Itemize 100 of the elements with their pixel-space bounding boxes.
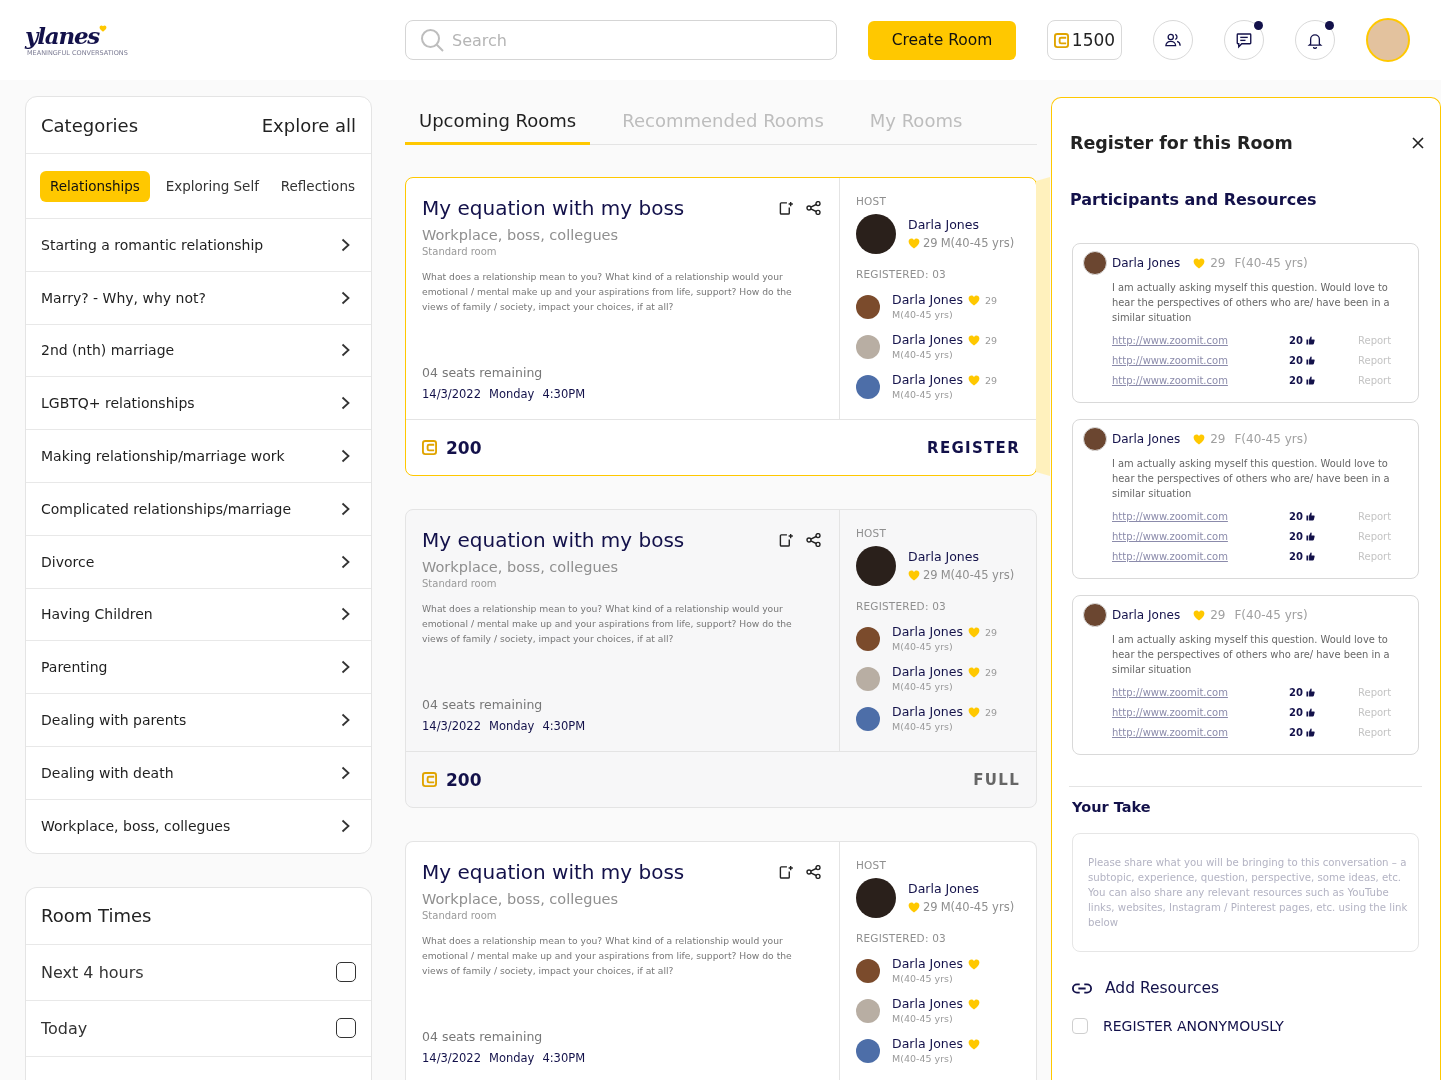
resource-link[interactable]: http://www.zoomit.com [1112, 354, 1228, 366]
share-icon[interactable] [806, 865, 821, 879]
thumbs-up-icon[interactable] [1305, 531, 1315, 541]
square-plus-icon[interactable] [779, 201, 793, 215]
registered-count: REGISTERED: 03 [856, 267, 947, 281]
category-chip[interactable]: Exploring Self [159, 170, 265, 202]
checkbox[interactable] [336, 962, 356, 983]
heart-icon [968, 958, 980, 970]
category-item[interactable]: Workplace, boss, collegues [26, 799, 371, 853]
resource-link[interactable]: http://www.zoomit.com [1112, 706, 1228, 718]
gender-age: M(40-45 yrs) [892, 308, 954, 321]
gender-age: M(40-45 yrs) [892, 348, 954, 361]
your-take-field[interactable]: Please share what you will be bringing to this conversation – a subtopic, experience, question, perspective, some ideas, etc. You can also share any relevant resources such as YouTube links, websites, Instagram / Pinterest pages, etc. using the link below [1072, 833, 1419, 952]
people-button[interactable] [1153, 20, 1193, 60]
resource-link[interactable]: http://www.zoomit.com [1112, 510, 1228, 522]
room-title: My equation with my boss [422, 195, 685, 221]
resource-link[interactable]: http://www.zoomit.com [1112, 686, 1228, 698]
host-label: HOST [856, 526, 888, 540]
gender-age: M(40-45 yrs) [892, 680, 954, 693]
room-time: 4:30PM [542, 386, 586, 402]
thumbs-up-icon[interactable] [1305, 375, 1315, 385]
participant-comment: I am actually asking myself this question. Would love to hear the perspectives of others who are/ have been in a similar situation [1112, 457, 1391, 501]
category-item[interactable]: 2nd (nth) marriage [26, 324, 371, 378]
square-plus-icon[interactable] [779, 533, 793, 547]
explore-all-link[interactable]: Explore all [261, 114, 356, 136]
attendee-avatar [856, 1038, 880, 1063]
registered-count: REGISTERED: 03 [856, 599, 947, 613]
chevron-right-icon [341, 290, 350, 305]
heart-icon [1193, 257, 1206, 269]
host-avatar [856, 878, 896, 918]
close-icon[interactable] [1412, 137, 1424, 149]
category-item[interactable]: Marry? - Why, why not? [26, 271, 371, 325]
like-count: 20 [1289, 550, 1303, 562]
category-chip[interactable]: Relationships [40, 170, 150, 202]
heart-count: 29 [985, 666, 998, 678]
people-icon [1164, 31, 1182, 49]
room-price: 200 [446, 769, 482, 790]
heart-icon [1193, 433, 1206, 445]
heart-count: 29 [1210, 432, 1226, 446]
thumbs-up-icon[interactable] [1305, 727, 1315, 737]
heart-icon [968, 1038, 980, 1050]
gender-age: M(40-45 yrs) [940, 567, 1015, 584]
register-button[interactable]: REGISTER [927, 438, 1020, 457]
add-resources-button[interactable]: Add Resources [1072, 977, 1220, 999]
room-card[interactable] [405, 841, 1037, 1080]
share-icon[interactable] [806, 201, 821, 215]
like-count: 20 [1289, 706, 1303, 718]
category-chip[interactable]: Reflections [274, 170, 361, 202]
room-day: Monday [488, 718, 535, 734]
checkbox[interactable] [336, 1018, 356, 1039]
coin-balance-button[interactable]: 1500 [1047, 20, 1122, 60]
thumbs-up-icon[interactable] [1305, 707, 1315, 717]
category-item[interactable]: Divorce [26, 535, 371, 589]
host-name: Darla Jones [908, 880, 980, 898]
attendee-name: Darla Jones [892, 624, 963, 640]
search-field[interactable]: Search [405, 20, 837, 60]
category-item[interactable]: Dealing with parents [26, 694, 371, 747]
resource-link[interactable]: http://www.zoomit.com [1112, 374, 1228, 386]
square-plus-icon[interactable] [779, 865, 793, 879]
like-count: 20 [1289, 374, 1303, 386]
thumbs-up-icon[interactable] [1305, 511, 1315, 521]
search-icon [420, 28, 444, 52]
attendee-avatar [856, 626, 880, 651]
share-icon[interactable] [806, 533, 821, 547]
create-room-button[interactable]: Create Room [868, 20, 1016, 60]
heart-icon [968, 998, 980, 1010]
category-item[interactable]: Dealing with death [26, 746, 371, 800]
category-item[interactable]: Complicated relationships/marriage [26, 483, 371, 536]
gender-age: M(40-45 yrs) [892, 720, 954, 733]
heart-count: 29 [923, 567, 938, 584]
like-count: 20 [1289, 334, 1303, 346]
full-status: FULL [973, 770, 1020, 789]
coin-icon [1053, 32, 1069, 48]
panel-title: Categories [41, 114, 139, 136]
heart-icon [968, 374, 980, 386]
resource-link[interactable]: http://www.zoomit.com [1112, 550, 1228, 562]
seats-remaining: 04 seats remaining [422, 1028, 544, 1046]
tab[interactable]: Upcoming Rooms [405, 96, 591, 145]
resource-link[interactable]: http://www.zoomit.com [1112, 530, 1228, 542]
thumbs-up-icon[interactable] [1305, 355, 1315, 365]
like-count: 20 [1289, 726, 1303, 738]
logo-wordmark: ylanes [25, 23, 100, 49]
thumbs-up-icon[interactable] [1305, 687, 1315, 697]
bell-button[interactable] [1295, 20, 1335, 60]
resource-link[interactable]: http://www.zoomit.com [1112, 726, 1228, 738]
thumbs-up-icon[interactable] [1305, 335, 1315, 345]
category-item[interactable]: Making relationship/marriage work [26, 430, 371, 483]
chat-button[interactable] [1224, 20, 1264, 60]
room-category: Workplace, boss, collegues [422, 890, 619, 909]
category-item[interactable]: LGBTQ+ relationships [26, 377, 371, 431]
category-item[interactable]: Parenting [26, 641, 371, 695]
room-card[interactable] [405, 509, 1037, 808]
room-time: 4:30PM [542, 1050, 586, 1066]
room-day: Monday [488, 1050, 535, 1066]
thumbs-up-icon[interactable] [1305, 551, 1315, 561]
resource-link[interactable]: http://www.zoomit.com [1112, 334, 1228, 346]
category-item[interactable]: Having Children [26, 588, 371, 642]
attendee-name: Darla Jones [892, 704, 963, 720]
gender-age: M(40-45 yrs) [892, 388, 954, 401]
category-item[interactable]: Starting a romantic relationship [26, 219, 371, 272]
